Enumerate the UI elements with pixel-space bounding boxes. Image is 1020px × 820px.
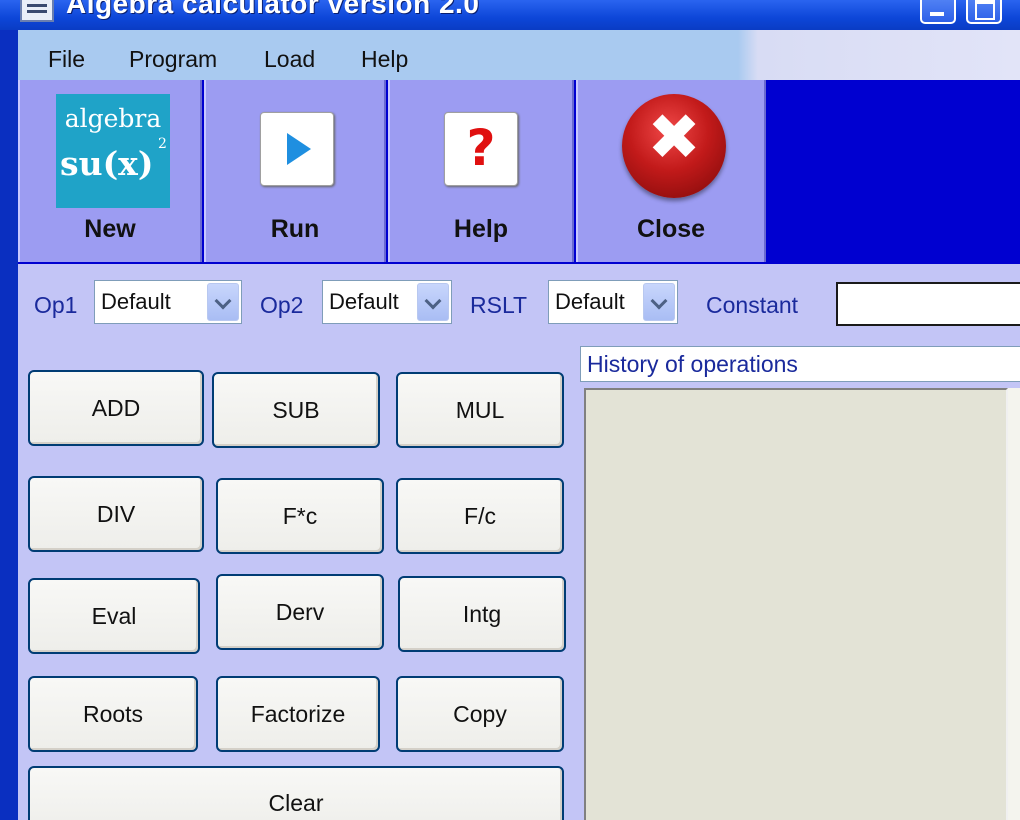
mul-button[interactable]: MUL [396,372,564,448]
eval-button[interactable]: Eval [28,578,200,654]
close-glyph: ✖ [647,101,701,175]
help-button[interactable]: ? Help [388,80,574,262]
history-scrollbar[interactable] [1008,388,1020,820]
play-icon [260,112,334,186]
constant-input[interactable] [836,282,1020,326]
minimize-button[interactable] [920,0,956,24]
menu-load[interactable]: Load [264,46,315,73]
title-bar[interactable]: Algebra calculator version 2.0 [0,0,1020,30]
chevron-down-icon[interactable] [207,283,239,321]
op1-select[interactable]: Default [94,280,242,324]
op1-value: Default [101,289,171,314]
run-button[interactable]: Run [204,80,386,262]
constant-label: Constant [706,292,799,318]
run-label: Run [270,215,320,243]
maximize-button[interactable] [966,0,1002,24]
div-button[interactable]: DIV [28,476,204,552]
menu-bar: File Program Load Help [18,30,1020,80]
question-glyph: ? [466,119,496,177]
app-window: Algebra calculator version 2.0 File Prog… [0,0,1020,820]
chevron-down-icon[interactable] [417,283,449,321]
op2-label: Op2 [260,292,304,318]
app-icon [20,0,54,22]
menu-help[interactable]: Help [361,46,408,73]
close-button[interactable]: ✖ Close [576,80,766,262]
f-times-c-button[interactable]: F*c [216,478,384,554]
add-button[interactable]: ADD [28,370,204,446]
clear-button[interactable]: Clear [28,766,564,820]
sub-button[interactable]: SUB [212,372,380,448]
question-icon: ? [444,112,518,186]
help-label: Help [453,215,509,243]
logo-superscript: 2 [158,136,167,152]
history-list[interactable] [584,388,1008,820]
rslt-select[interactable]: Default [548,280,678,324]
new-button[interactable]: algebra su(x) 2 New [18,80,202,262]
rslt-value: Default [555,289,625,314]
op2-value: Default [329,289,399,314]
op1-label: Op1 [34,292,78,318]
close-label: Close [636,215,706,243]
client-area: File Program Load Help algebra su(x) 2 N… [18,30,1020,820]
window-title: Algebra calculator version 2.0 [66,0,480,19]
factorize-button[interactable]: Factorize [216,676,380,752]
op2-select[interactable]: Default [322,280,452,324]
close-circle-icon: ✖ [622,94,726,198]
chevron-down-icon[interactable] [643,283,675,321]
menu-program[interactable]: Program [129,46,217,73]
logo-top-text: algebra [64,104,162,133]
copy-button[interactable]: Copy [396,676,564,752]
history-title: History of operations [580,346,1020,382]
toolbar: algebra su(x) 2 New Run ? Help ✖ Close [18,80,1020,264]
menu-file[interactable]: File [48,46,85,73]
derv-button[interactable]: Derv [216,574,384,650]
f-div-c-button[interactable]: F/c [396,478,564,554]
rslt-label: RSLT [470,292,528,318]
roots-button[interactable]: Roots [28,676,198,752]
algebra-logo-icon: algebra su(x) 2 [56,94,170,208]
intg-button[interactable]: Intg [398,576,566,652]
logo-bottom-text: su(x) [60,144,154,183]
new-label: New [84,215,136,243]
